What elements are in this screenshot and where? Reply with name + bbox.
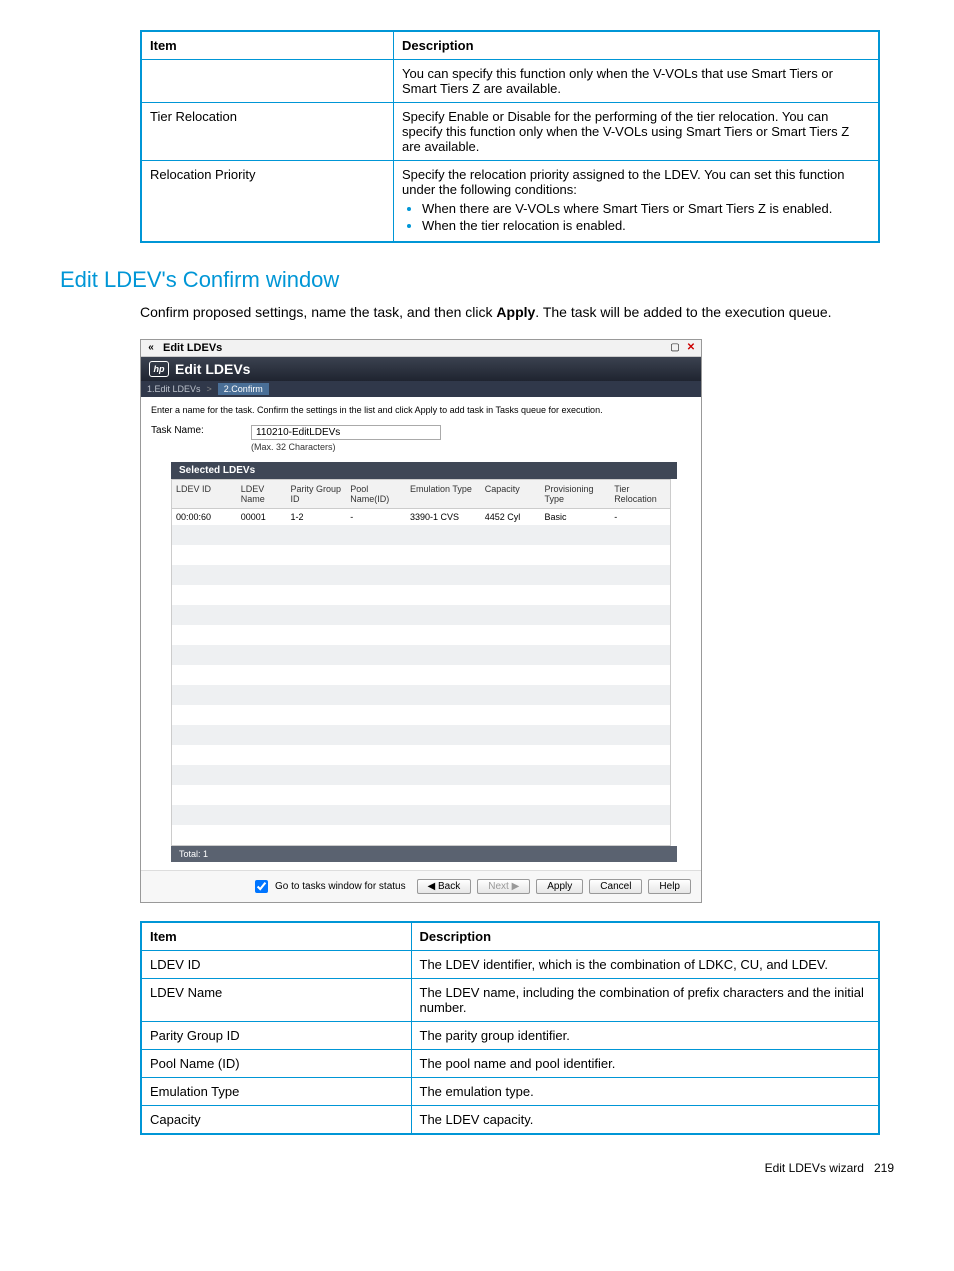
back-button[interactable]: ◀ Back [417,879,472,894]
col-ldev-id: LDEV ID [172,480,237,509]
table-row: Relocation Priority Specify the relocati… [141,161,879,243]
table-row: Tier Relocation Specify Enable or Disabl… [141,103,879,161]
col-item: Item [141,922,411,951]
selected-ldevs-header: Selected LDEVs [171,462,677,479]
page-footer: Edit LDEVs wizard 219 [60,1161,894,1175]
col-parity-group: Parity Group ID [287,480,347,509]
col-item: Item [141,31,394,60]
section-body: Confirm proposed settings, name the task… [140,303,894,323]
col-tier-reloc: Tier Relocation [610,480,670,509]
collapse-icon[interactable]: « [145,342,157,354]
table-row: LDEV IDThe LDEV identifier, which is the… [141,950,879,978]
edit-ldevs-wizard: « Edit LDEVs ▢ ✕ hp Edit LDEVs 1.Edit LD… [140,339,702,903]
section-heading: Edit LDEV's Confirm window [60,267,894,293]
table-row: Emulation TypeThe emulation type. [141,1077,879,1105]
table-row: You can specify this function only when … [141,60,879,103]
table-row: Parity Group IDThe parity group identifi… [141,1021,879,1049]
table-row: LDEV NameThe LDEV name, including the co… [141,978,879,1021]
close-icon[interactable]: ✕ [685,342,697,354]
table-row[interactable]: 00:00:60 00001 1-2 - 3390-1 CVS 4452 Cyl… [172,508,670,525]
selected-ldevs-table: LDEV ID LDEV Name Parity Group ID Pool N… [171,479,671,846]
wizard-button-bar: Go to tasks window for status ◀ Back Nex… [141,870,701,902]
wizard-titlebar: « Edit LDEVs ▢ ✕ [141,340,701,357]
table-row: Pool Name (ID)The pool name and pool ide… [141,1049,879,1077]
next-button: Next ▶ [477,879,530,894]
wizard-instruction: Enter a name for the task. Confirm the s… [151,405,691,415]
crumb-step2: 2.Confirm [218,383,269,395]
bullet: When there are V-VOLs where Smart Tiers … [422,201,870,216]
go-to-tasks-input[interactable] [255,880,268,893]
wizard-header: hp Edit LDEVs [141,357,701,381]
titlebar-text: Edit LDEVs [163,342,222,354]
cancel-button[interactable]: Cancel [589,879,642,894]
brand-logo: hp [149,361,169,377]
col-ldev-name: LDEV Name [237,480,287,509]
col-description: Description [394,31,880,60]
desc-intro: Specify the relocation priority assigned… [402,167,845,197]
wizard-header-text: Edit LDEVs [175,361,250,377]
col-prov-type: Provisioning Type [540,480,610,509]
top-description-table: Item Description You can specify this fu… [140,30,880,243]
crumb-sep: > [207,384,212,394]
col-capacity: Capacity [481,480,541,509]
bullet: When the tier relocation is enabled. [422,218,870,233]
task-name-label: Task Name: [151,425,231,436]
window-icon[interactable]: ▢ [669,342,681,354]
task-name-hint: (Max. 32 Characters) [251,442,441,452]
selected-ldevs-total: Total: 1 [171,846,677,862]
apply-button[interactable]: Apply [536,879,583,894]
crumb-step1[interactable]: 1.Edit LDEVs [147,384,201,394]
bottom-description-table: Item Description LDEV IDThe LDEV identif… [140,921,880,1135]
table-row: CapacityThe LDEV capacity. [141,1105,879,1134]
help-button[interactable]: Help [648,879,691,894]
col-pool-name: Pool Name(ID) [346,480,406,509]
col-emulation: Emulation Type [406,480,481,509]
wizard-breadcrumb: 1.Edit LDEVs > 2.Confirm [141,381,701,397]
col-description: Description [411,922,879,951]
go-to-tasks-checkbox[interactable]: Go to tasks window for status [251,877,406,896]
task-name-input[interactable] [251,425,441,440]
